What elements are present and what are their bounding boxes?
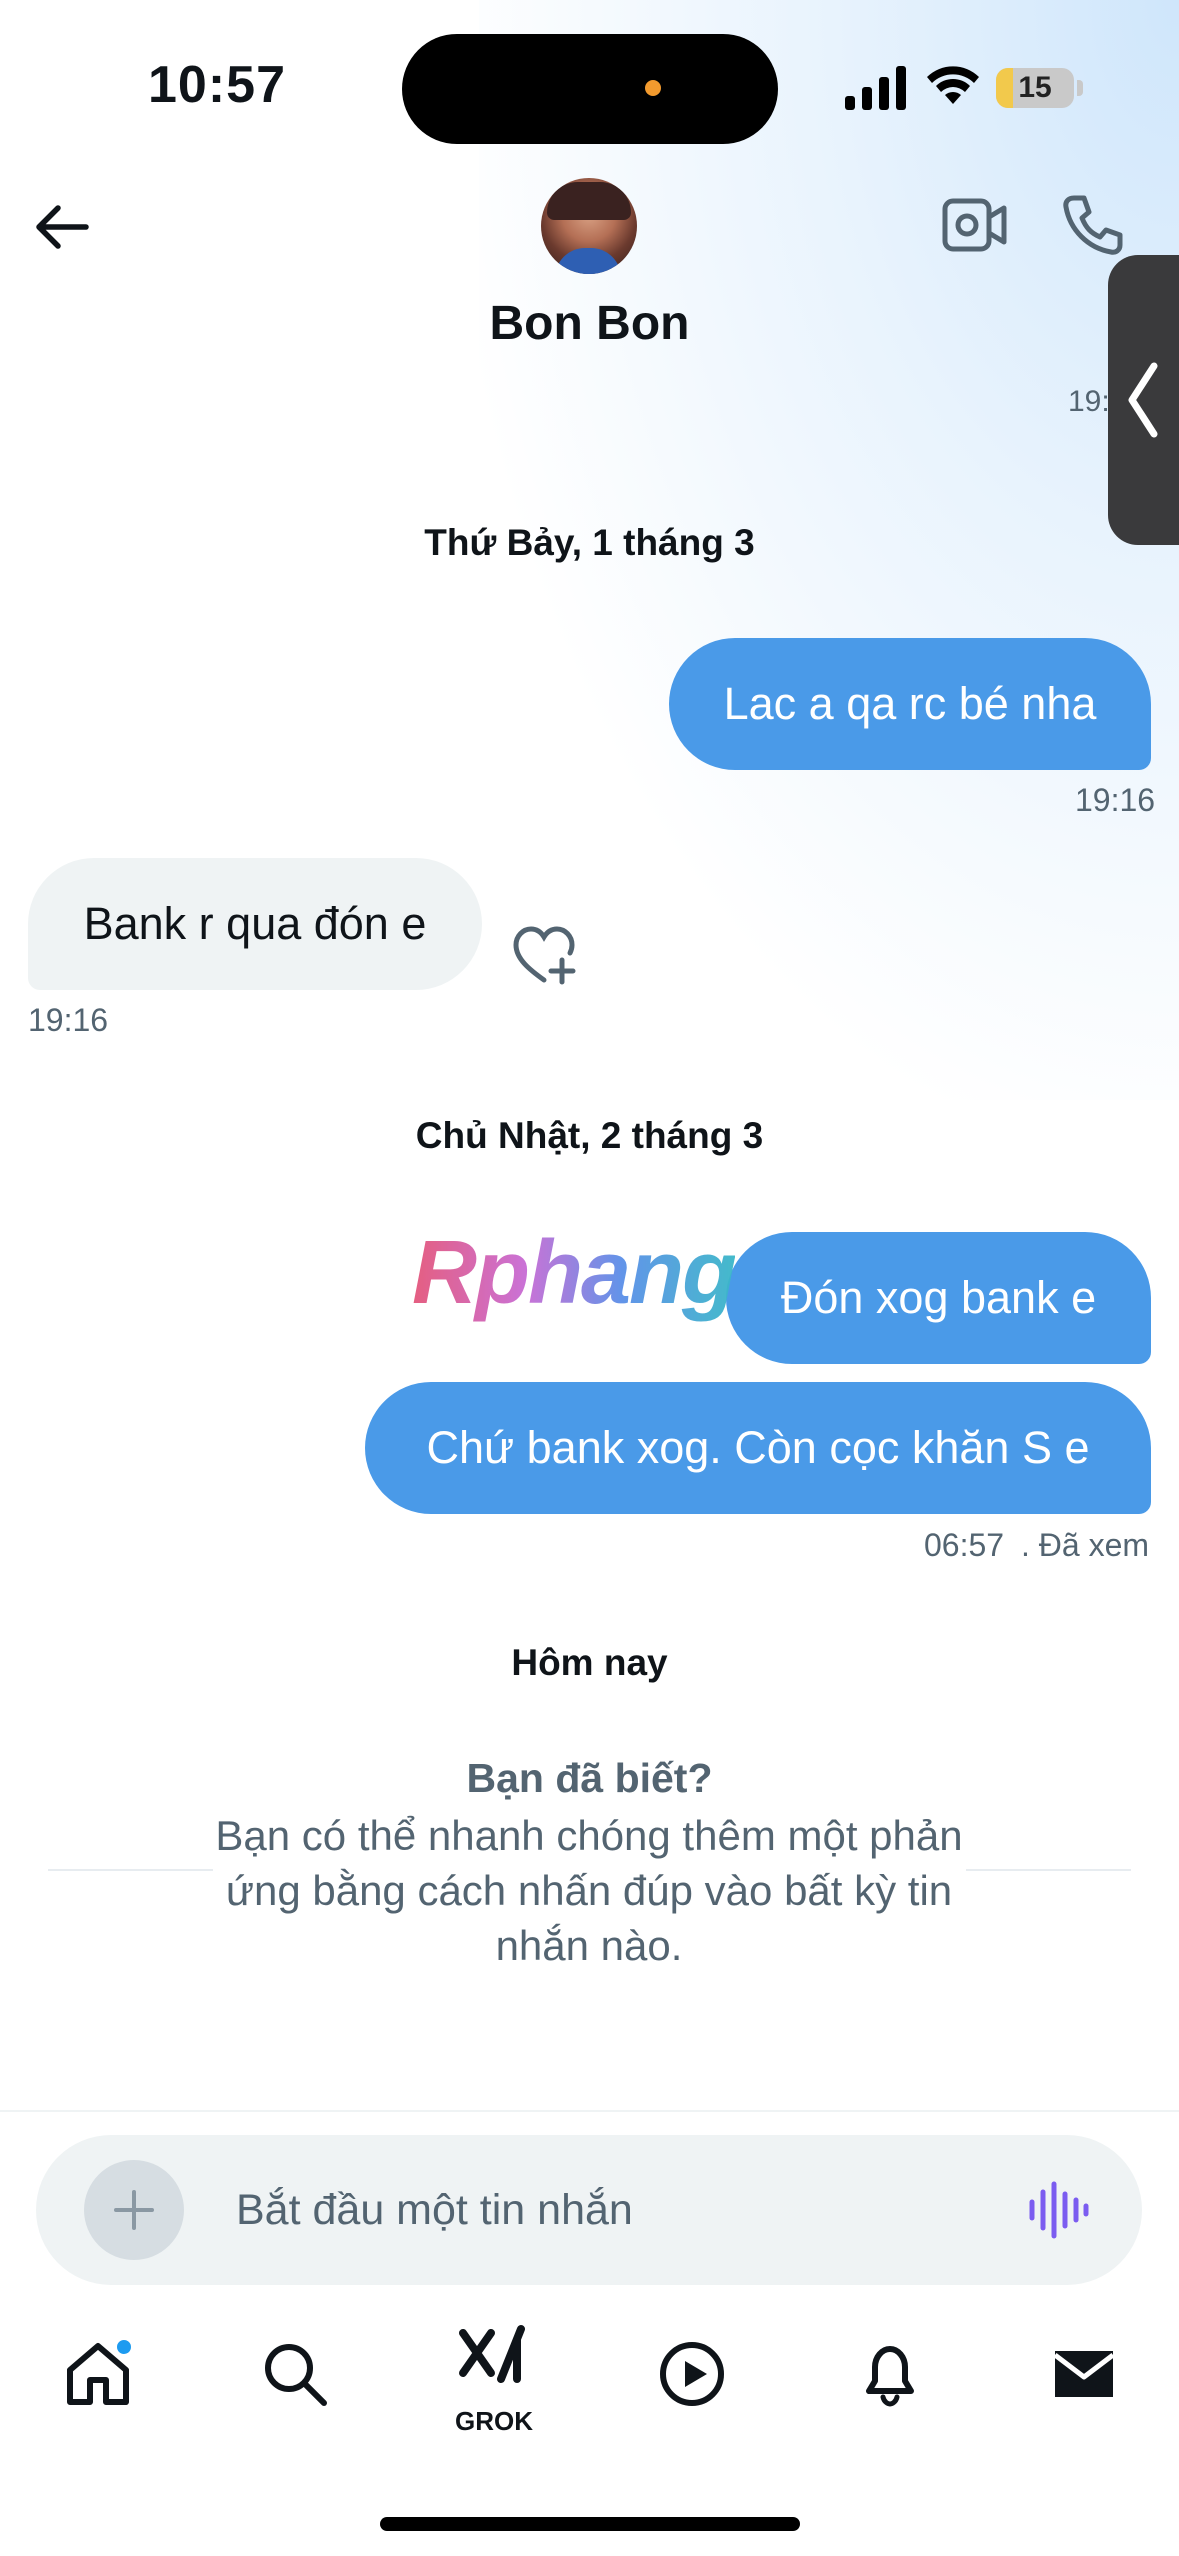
add-attachment-button[interactable] [84,2160,184,2260]
tip-title: Bạn đã biết? [466,1755,713,1801]
message-timestamp: 19:16 [1075,782,1156,818]
video-call-icon[interactable] [942,195,1008,255]
tab-messages[interactable] [1044,2334,1124,2414]
outgoing-message[interactable]: Lac a qa rc bé nha [669,638,1151,770]
message-composer [36,2135,1142,2285]
message-input[interactable] [236,2135,996,2285]
incoming-message[interactable]: Bank r qua đón e [28,858,482,990]
contact-name[interactable]: Bon Bon [0,296,1179,351]
divider [966,1869,1131,1871]
play-icon [660,2342,724,2406]
side-panel-handle[interactable] [1108,255,1179,545]
message-timestamp: 19: [1068,385,1110,418]
avatar-hair [547,182,631,220]
mail-icon [1053,2351,1115,2397]
tab-notifications[interactable] [850,2334,930,2414]
battery-percent: 15 [1018,71,1052,104]
grok-label: GROK [455,2406,533,2436]
bell-icon [866,2346,914,2407]
message-timestamp: 19:16 [28,1002,109,1038]
grok-icon [459,2325,525,2383]
dynamic-island [402,34,778,144]
read-receipt: . Đã xem [1021,1527,1150,1563]
home-indicator[interactable] [380,2517,800,2531]
tab-video[interactable] [652,2334,732,2414]
divider [48,1869,213,1871]
voice-waveform-icon[interactable] [1026,2180,1090,2240]
tip-body: Bạn có thể nhanh chóng thêm một phản ứng… [215,1812,963,1969]
tab-grok[interactable] [454,2320,534,2400]
contact-avatar[interactable] [541,178,637,274]
date-separator: Thứ Bảy, 1 tháng 3 [424,522,755,563]
outgoing-message[interactable]: Chứ bank xog. Còn cọc khăn S e [365,1382,1151,1514]
bottom-tab-bar [0,2300,1179,2460]
chevron-left-icon [1128,362,1158,438]
search-icon [265,2344,327,2406]
add-reaction-heart-icon[interactable] [510,924,578,986]
plus-icon [114,2190,154,2230]
battery-icon: 15 [996,68,1074,108]
date-separator: Chủ Nhật, 2 tháng 3 [415,1115,764,1156]
back-arrow-icon[interactable] [30,195,94,259]
battery-cap [1077,80,1083,96]
date-separator: Hôm nay [511,1642,668,1683]
status-bar: 10:57 15 [0,0,1179,150]
notification-dot [115,2338,133,2356]
message-timestamp: 06:57 [924,1527,1005,1563]
status-time: 10:57 [148,56,286,114]
divider [0,2110,1179,2112]
avatar-shirt [555,248,621,274]
wifi-icon [927,66,979,104]
watermark-logo: Rphang [412,1223,737,1323]
privacy-indicator-dot [645,80,661,96]
tab-search[interactable] [255,2334,335,2414]
cellular-signal-icon [845,66,906,110]
outgoing-message[interactable]: Đón xog bank e [726,1232,1151,1364]
phone-call-icon[interactable] [1060,192,1126,258]
